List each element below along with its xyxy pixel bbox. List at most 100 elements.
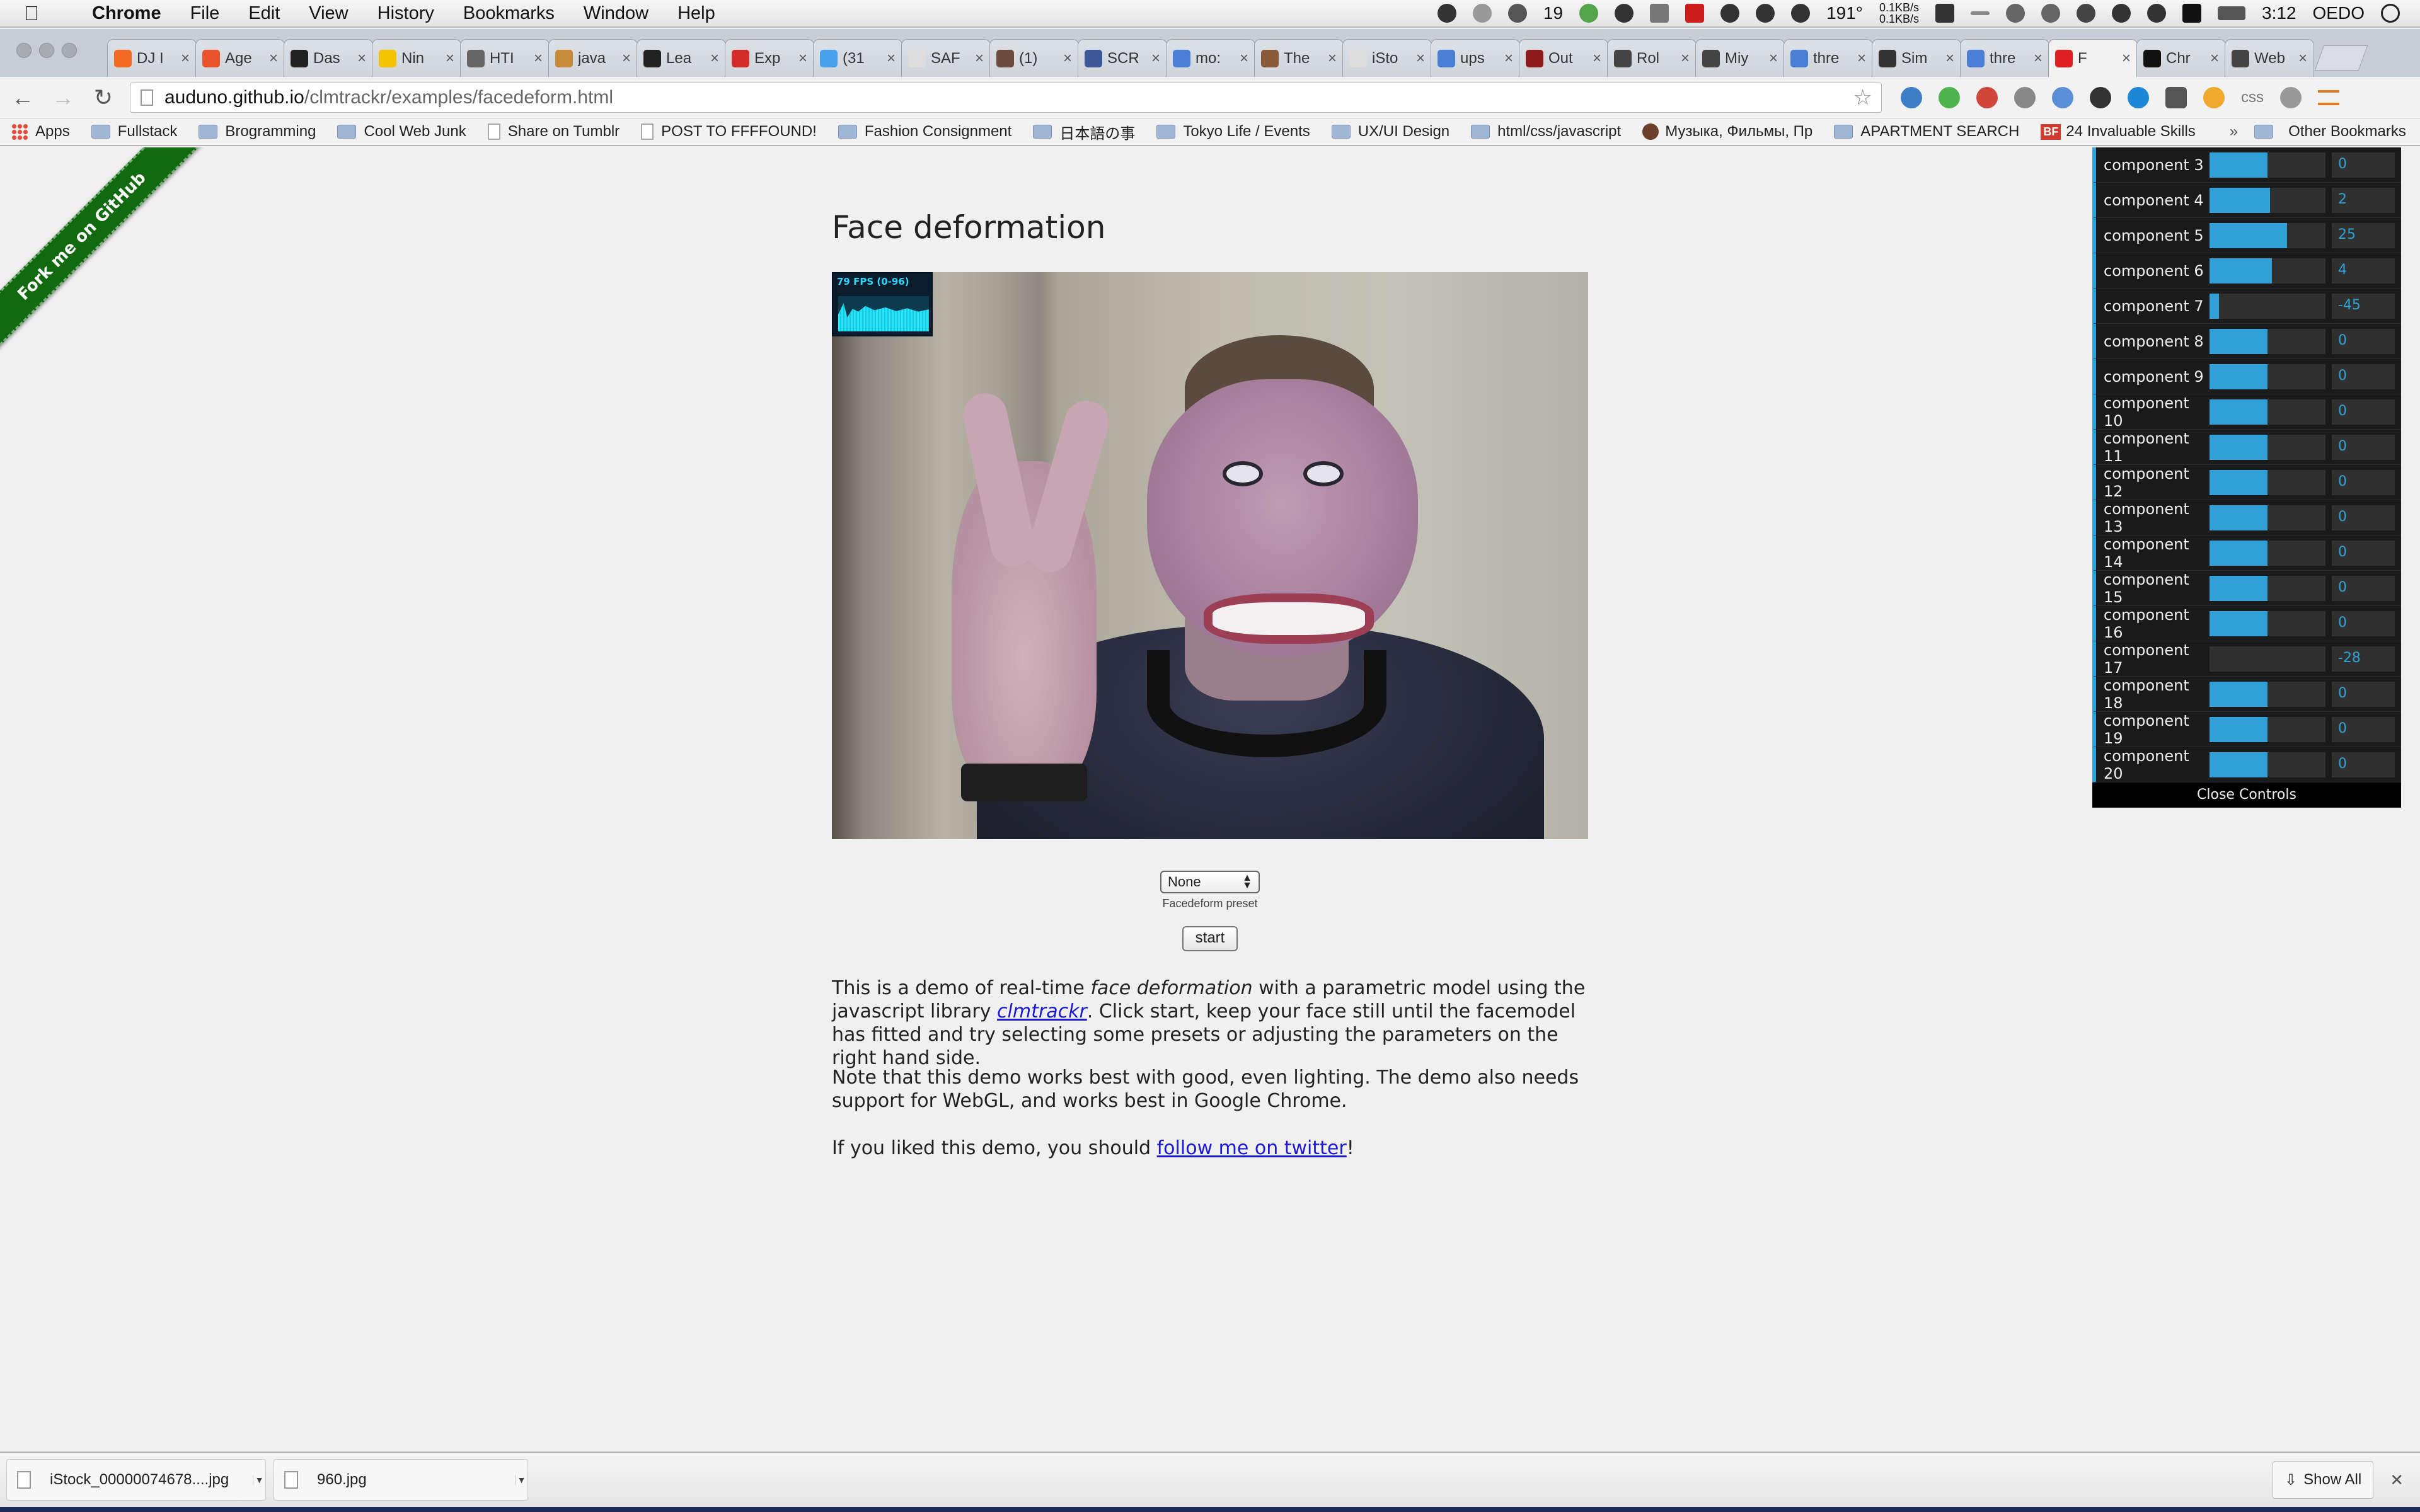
component-value-input[interactable]: 0 (2332, 540, 2395, 566)
input-source-icon[interactable] (2182, 4, 2202, 23)
tab-close-icon[interactable]: × (1063, 50, 1072, 67)
gear-icon[interactable] (2090, 86, 2111, 108)
bookmarks-overflow-button[interactable]: » (2230, 123, 2238, 140)
browser-tab[interactable]: F × (2048, 39, 2138, 77)
tab-close-icon[interactable]: × (887, 50, 896, 67)
tab-close-icon[interactable]: × (1769, 50, 1778, 67)
css-extension-icon[interactable]: css (2241, 89, 2264, 106)
activity-icon[interactable] (1971, 11, 1990, 15)
tab-close-icon[interactable]: × (1328, 50, 1337, 67)
component-value-input[interactable]: 0 (2332, 152, 2395, 178)
rocket-extension-icon[interactable] (1976, 86, 1998, 108)
bookmark-item[interactable]: BF 24 Invaluable Skills (2041, 123, 2196, 140)
smiley-extension-icon[interactable] (2203, 86, 2225, 108)
menu-history[interactable]: History (377, 3, 434, 24)
tab-close-icon[interactable]: × (798, 50, 807, 67)
download-item[interactable]: iStock_00000074678....jpg ▼ (6, 1459, 266, 1501)
zoom-window-button[interactable] (62, 43, 77, 58)
bookmark-item[interactable]: Brogramming (199, 123, 316, 140)
bookmark-item[interactable]: POST TO FFFFOUND! (641, 123, 817, 140)
component-slider[interactable] (2210, 646, 2325, 672)
browser-tab[interactable]: Rol × (1607, 39, 1697, 77)
component-value-input[interactable]: -45 (2332, 293, 2395, 319)
browser-tab[interactable]: SAF × (901, 39, 991, 77)
pocket-extension-icon[interactable] (2165, 86, 2187, 108)
new-tab-button[interactable] (2314, 45, 2368, 71)
tab-close-icon[interactable]: × (710, 50, 719, 67)
bluetooth-icon[interactable] (2077, 4, 2096, 23)
other-bookmarks-folder[interactable]: Other Bookmarks (2254, 123, 2406, 140)
bookmark-item[interactable]: Tokyo Life / Events (1156, 123, 1310, 140)
bookmark-item[interactable]: Fullstack (91, 123, 177, 140)
browser-tab[interactable]: thre × (1960, 39, 2049, 77)
browser-tab[interactable]: (31 × (813, 39, 902, 77)
evernote-extension-icon[interactable] (1939, 86, 1960, 108)
browser-tab[interactable]: (1) × (989, 39, 1079, 77)
browser-tab[interactable]: Web × (2225, 39, 2314, 77)
menu-bookmarks[interactable]: Bookmarks (463, 3, 555, 24)
network-tool-icon[interactable] (1650, 4, 1669, 23)
component-slider[interactable] (2210, 399, 2325, 425)
component-value-input[interactable]: 0 (2332, 399, 2395, 425)
user-name[interactable]: OEDO (2313, 3, 2365, 23)
tab-close-icon[interactable]: × (1240, 50, 1248, 67)
component-value-input[interactable]: 0 (2332, 328, 2395, 354)
cloud-icon[interactable] (1756, 4, 1775, 23)
component-slider[interactable] (2210, 328, 2325, 354)
show-all-downloads-button[interactable]: ⇩ Show All (2273, 1461, 2374, 1499)
address-bar[interactable]: auduno.github.io/clmtrackr/examples/face… (130, 82, 1882, 113)
browser-tab[interactable]: The × (1254, 39, 1344, 77)
component-value-input[interactable]: 0 (2332, 469, 2395, 495)
component-value-input[interactable]: 0 (2332, 505, 2395, 530)
bookmark-item[interactable]: APARTMENT SEARCH (1834, 123, 2019, 140)
browser-tab[interactable]: Miy × (1695, 39, 1785, 77)
preset-select[interactable]: None ▲ ▼ (1160, 871, 1260, 893)
screen-capture-extension-icon[interactable] (1901, 86, 1922, 108)
minimize-window-button[interactable] (39, 43, 54, 58)
close-controls-button[interactable]: Close Controls (2092, 782, 2401, 808)
spotlight-search-icon[interactable] (2381, 4, 2400, 23)
menu-edit[interactable]: Edit (248, 3, 280, 24)
component-slider[interactable] (2210, 540, 2325, 566)
screen-icon[interactable] (1935, 4, 1955, 23)
browser-tab[interactable]: Chr × (2136, 39, 2226, 77)
hat-icon[interactable] (1720, 4, 1740, 23)
browser-tab[interactable]: java × (548, 39, 638, 77)
tab-close-icon[interactable]: × (269, 50, 278, 67)
tab-close-icon[interactable]: × (2122, 50, 2131, 67)
tab-close-icon[interactable]: × (1681, 50, 1690, 67)
download-item[interactable]: 960.jpg ▼ (274, 1459, 528, 1501)
skype-icon[interactable] (1507, 4, 1527, 23)
component-slider[interactable] (2210, 505, 2325, 530)
component-value-input[interactable]: 0 (2332, 434, 2395, 460)
clmtrackr-link[interactable]: clmtrackr (997, 1000, 1087, 1022)
reload-button[interactable]: ↻ (86, 84, 121, 111)
component-value-input[interactable]: 0 (2332, 575, 2395, 601)
tab-close-icon[interactable]: × (1593, 50, 1601, 67)
bookmark-item[interactable]: Apps (11, 123, 70, 140)
sync-icon[interactable] (1579, 4, 1599, 23)
browser-tab[interactable]: Sim × (1872, 39, 1961, 77)
component-slider[interactable] (2210, 610, 2325, 636)
tab-close-icon[interactable]: × (357, 50, 366, 67)
component-slider[interactable] (2210, 681, 2325, 707)
browser-tab[interactable]: Out × (1519, 39, 1608, 77)
menu-view[interactable]: View (309, 3, 348, 24)
browser-tab[interactable]: Lea × (637, 39, 726, 77)
menu-window[interactable]: Window (584, 3, 648, 24)
browser-tab[interactable]: iSto × (1342, 39, 1432, 77)
browser-tab[interactable]: SCR × (1078, 39, 1167, 77)
component-slider[interactable] (2210, 434, 2325, 460)
component-value-input[interactable]: 25 (2332, 222, 2395, 248)
tab-close-icon[interactable]: × (1504, 50, 1513, 67)
back-button[interactable]: ← (5, 84, 40, 111)
component-slider[interactable] (2210, 187, 2325, 213)
tab-close-icon[interactable]: × (1151, 50, 1160, 67)
browser-tab[interactable]: Exp × (725, 39, 814, 77)
component-value-input[interactable]: 0 (2332, 752, 2395, 777)
start-button[interactable]: start (1182, 926, 1238, 951)
download-menu-chevron-icon[interactable]: ▼ (515, 1475, 527, 1485)
apple-menu-icon[interactable]:  (24, 2, 62, 25)
chat-icon[interactable] (1791, 4, 1811, 23)
browser-tab[interactable]: Nin × (372, 39, 461, 77)
